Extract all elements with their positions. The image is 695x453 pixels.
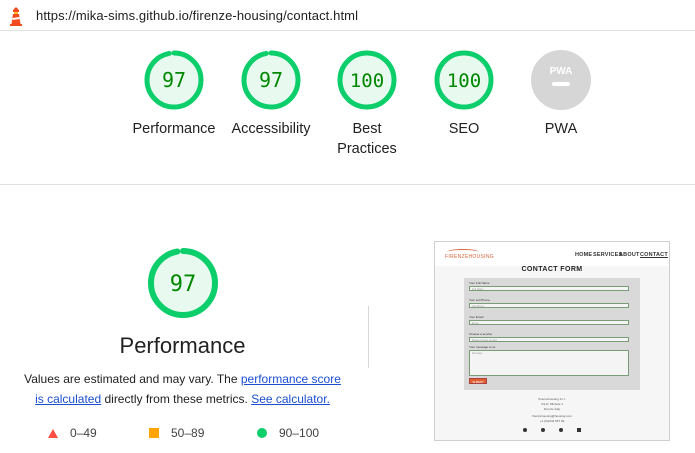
- score-summary: 97 Performance 97 Accessibility 100 Best…: [0, 31, 695, 185]
- gauge-score: 97: [259, 68, 283, 92]
- gauge-score: 100: [447, 70, 481, 92]
- footer-line: +1 (0)1234 567 99: [539, 419, 565, 423]
- gauge-label: SEO: [448, 121, 480, 137]
- field-placeholder: Email: [472, 321, 479, 325]
- performance-title: Performance: [119, 333, 246, 358]
- gauge-performance[interactable]: 97 Performance: [124, 49, 224, 139]
- site-nav-item: ABOUT: [619, 252, 640, 258]
- gauge-label: Best Practices: [337, 121, 397, 157]
- note-text: directly from these metrics.: [101, 392, 252, 406]
- gauge-score: 97: [162, 68, 186, 92]
- site-nav-item: CONTACT: [640, 252, 668, 258]
- contact-form: Your Full Name Full Name Your cell Phone…: [464, 278, 640, 390]
- field-label: Your Full Name: [469, 281, 490, 285]
- page-url[interactable]: https://mika-sims.github.io/firenze-hous…: [36, 8, 358, 23]
- gauge-pwa[interactable]: PWA PWA: [511, 49, 611, 139]
- field-label: Your Email: [469, 315, 484, 319]
- gauge-seo[interactable]: 100 SEO: [414, 49, 514, 139]
- pwa-badge-text: PWA: [550, 66, 573, 77]
- message-textarea: Message: [469, 350, 629, 376]
- score-gauge-ring: 97: [144, 50, 204, 110]
- gauge-best-practices[interactable]: 100 Best Practices: [317, 49, 417, 159]
- field-label: Choose a service: [469, 332, 493, 336]
- url-bar: https://mika-sims.github.io/firenze-hous…: [0, 0, 695, 31]
- site-nav-item: SERVICES: [593, 252, 623, 258]
- social-icon: [559, 428, 563, 432]
- social-icon: [523, 428, 527, 432]
- legend-average-range: 50–89: [171, 426, 205, 440]
- square-icon: [149, 428, 159, 438]
- gauge-accessibility[interactable]: 97 Accessibility: [221, 49, 321, 139]
- score-gauge-ring: 100: [337, 50, 397, 110]
- social-icon: [577, 428, 581, 432]
- pwa-badge-icon: PWA: [531, 50, 591, 110]
- note-text: Values are estimated and may vary. The: [24, 372, 241, 386]
- field-placeholder: Message: [472, 352, 483, 355]
- submit-button: SUBMIT: [469, 378, 487, 384]
- field-placeholder: Cell Phone: [472, 304, 485, 308]
- legend-average: 50–89: [149, 426, 204, 440]
- legend-pass: 90–100: [257, 426, 319, 440]
- divider: [368, 306, 369, 368]
- field-input: Full Name: [469, 286, 629, 291]
- field-label: Your message to us: [469, 345, 496, 349]
- site-nav-item: HOME: [575, 252, 593, 258]
- score-gauge-ring: 97: [241, 50, 301, 110]
- field-input: Cell Phone: [469, 303, 629, 308]
- footer-line: Firenzehousing S.r.l.: [538, 397, 566, 401]
- score-gauge-ring: 100: [434, 50, 494, 110]
- footer-line: firenzehousing@housing.com: [532, 414, 572, 418]
- score-gauge-ring: 97: [147, 248, 218, 318]
- site-brand: FIRENZEHOUSING: [445, 254, 494, 260]
- performance-gauge: 97: [20, 246, 345, 320]
- legend-fail: 0–49: [48, 426, 97, 440]
- lighthouse-icon: [10, 7, 22, 26]
- legend-fail-range: 0–49: [70, 426, 97, 440]
- footer-line: Via D. Michele 1: [541, 402, 563, 406]
- gauge-label: Performance: [132, 121, 216, 137]
- legend-pass-range: 90–100: [279, 426, 320, 440]
- field-select: Please choose service: [469, 337, 629, 342]
- performance-note: Values are estimated and may vary. The p…: [20, 369, 345, 409]
- site-header: FIRENZEHOUSING HOME SERVICES ABOUT CONTA…: [435, 242, 669, 266]
- field-label: Your cell Phone: [469, 298, 490, 302]
- field-input: Email: [469, 320, 629, 325]
- form-title: CONTACT FORM: [521, 266, 583, 273]
- performance-score: 97: [169, 272, 196, 297]
- gauge-label: PWA: [544, 121, 578, 137]
- social-icon: [541, 428, 545, 432]
- score-legend: 0–49 50–89 90–100: [0, 426, 360, 444]
- gauge-score: 100: [350, 70, 384, 92]
- field-placeholder: Full Name: [472, 287, 484, 291]
- final-screenshot[interactable]: FIRENZEHOUSING HOME SERVICES ABOUT CONTA…: [434, 241, 670, 441]
- see-calculator-link[interactable]: See calculator.: [251, 392, 330, 406]
- gauge-label: Accessibility: [231, 121, 311, 137]
- circle-icon: [257, 428, 267, 438]
- triangle-icon: [48, 428, 58, 438]
- field-placeholder: Please choose service: [472, 338, 498, 342]
- footer-line: Firenze Italy: [543, 407, 561, 411]
